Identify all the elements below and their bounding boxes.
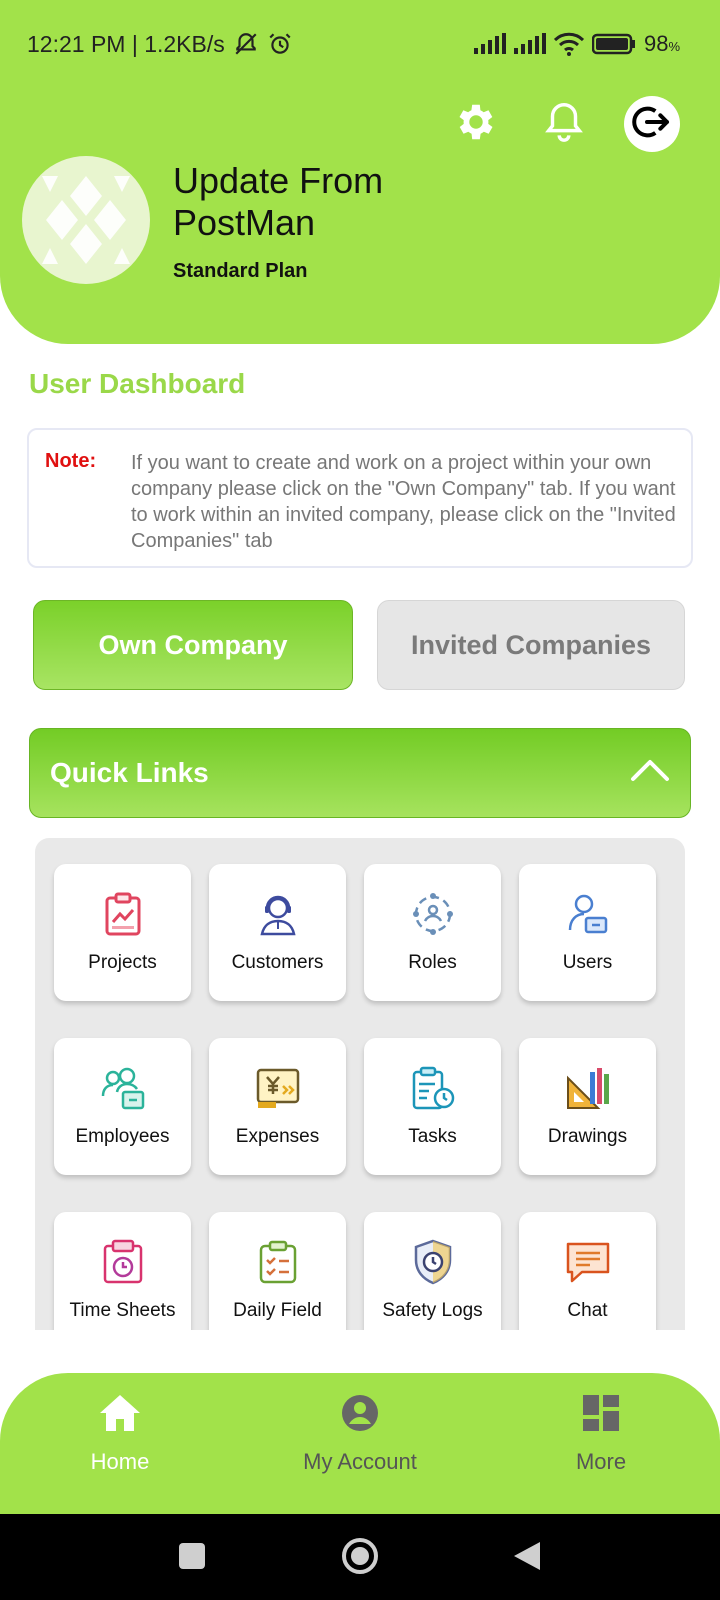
tile-label: Safety Logs — [382, 1300, 483, 1321]
tile-label: Roles — [408, 952, 457, 973]
projects-icon — [99, 890, 147, 938]
tab-invited-companies[interactable]: Invited Companies — [377, 600, 685, 690]
nav-more[interactable]: More — [521, 1393, 681, 1475]
mute-bell-icon — [233, 31, 259, 57]
battery-icon — [591, 33, 636, 55]
users-icon — [564, 890, 612, 938]
note-box: Note: If you want to create and work on … — [27, 428, 693, 568]
nav-my-account[interactable]: My Account — [280, 1393, 440, 1475]
quick-link-users[interactable]: Users — [519, 864, 656, 1001]
tile-label: Drawings — [547, 1126, 628, 1147]
quick-link-roles[interactable]: Roles — [364, 864, 501, 1001]
avatar[interactable] — [22, 156, 150, 284]
logout-icon — [632, 102, 672, 147]
tile-label: Users — [562, 952, 613, 973]
tile-label: Time Sheets — [69, 1300, 176, 1321]
quick-links-header[interactable]: Quick Links — [29, 728, 691, 818]
quick-link-chat[interactable]: Chat — [519, 1212, 656, 1330]
gear-icon — [453, 99, 499, 150]
quick-links-grid: Projects Customers Roles Users Employees… — [35, 838, 685, 1330]
quick-link-customers[interactable]: Customers — [209, 864, 346, 1001]
drawings-icon — [564, 1064, 612, 1112]
quick-link-daily-field[interactable]: Daily Field — [209, 1212, 346, 1330]
tile-label: Employees — [75, 1126, 170, 1147]
time-sheets-icon — [99, 1238, 147, 1286]
signal-icon — [473, 33, 506, 55]
tile-label: Chat — [567, 1300, 608, 1321]
plan-label: Standard Plan — [173, 260, 308, 282]
profile-header: 12:21 PM | 1.2KB/s 98% Update From PostM… — [0, 0, 720, 344]
dashboard-grid-icon — [581, 1393, 621, 1439]
safety-logs-icon — [409, 1238, 457, 1286]
home-system-button[interactable] — [340, 1536, 380, 1581]
status-bar: 12:21 PM | 1.2KB/s 98% — [27, 26, 680, 62]
bottom-nav: Home My Account More — [0, 1373, 720, 1514]
chat-icon — [564, 1238, 612, 1286]
logout-button[interactable] — [624, 96, 680, 152]
quick-links-title: Quick Links — [50, 757, 209, 788]
quick-link-employees[interactable]: Employees — [54, 1038, 191, 1175]
note-text: If you want to create and work on a proj… — [131, 452, 676, 552]
signal-icon-2 — [513, 33, 546, 55]
page-title: User Dashboard — [29, 368, 246, 399]
quick-link-expenses[interactable]: Expenses — [209, 1038, 346, 1175]
wifi-icon — [553, 32, 584, 56]
home-icon — [98, 1393, 142, 1439]
back-button[interactable] — [512, 1540, 542, 1577]
quick-link-projects[interactable]: Projects — [54, 864, 191, 1001]
notifications-button[interactable] — [536, 96, 592, 152]
employees-icon — [99, 1064, 147, 1112]
nav-home-label: Home — [90, 1449, 150, 1474]
tab-own-company[interactable]: Own Company — [33, 600, 353, 690]
quick-link-time-sheets[interactable]: Time Sheets — [54, 1212, 191, 1330]
status-time-speed: 12:21 PM | 1.2KB/s — [27, 30, 225, 57]
tile-label: Tasks — [408, 1126, 457, 1147]
settings-button[interactable] — [448, 96, 504, 152]
bell-icon — [541, 99, 587, 150]
tile-label: Customers — [231, 952, 324, 973]
daily-field-icon — [254, 1238, 302, 1286]
chevron-up-icon[interactable] — [630, 757, 670, 790]
alarm-icon — [267, 31, 293, 57]
battery-level: 98% — [643, 31, 680, 56]
system-navigation-bar — [0, 1514, 720, 1600]
tile-label: Projects — [88, 952, 157, 973]
quick-link-tasks[interactable]: Tasks — [364, 1038, 501, 1175]
quick-link-drawings[interactable]: Drawings — [519, 1038, 656, 1175]
note-label: Note: — [45, 450, 97, 472]
tasks-icon — [409, 1064, 457, 1112]
nav-more-label: More — [575, 1449, 627, 1474]
account-circle-icon — [340, 1393, 380, 1439]
nav-my-account-label: My Account — [303, 1449, 417, 1474]
roles-icon — [409, 890, 457, 938]
nav-home[interactable]: Home — [40, 1393, 200, 1475]
customers-icon — [254, 890, 302, 938]
recent-apps-button[interactable] — [178, 1542, 206, 1575]
quick-link-safety-logs[interactable]: Safety Logs — [364, 1212, 501, 1330]
tile-label: Daily Field — [233, 1300, 322, 1321]
expenses-icon — [254, 1064, 302, 1112]
tile-label: Expenses — [235, 1126, 320, 1147]
user-name: Update From PostMan — [173, 160, 384, 243]
